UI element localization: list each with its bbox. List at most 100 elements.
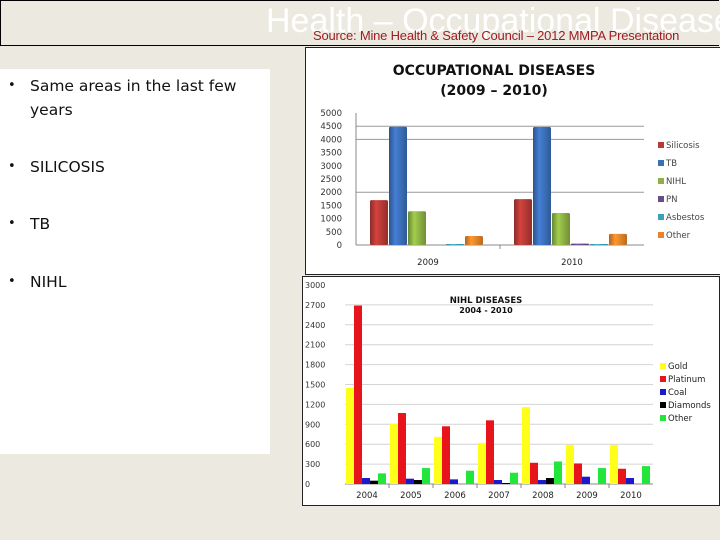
bar-platinum-2006: [442, 426, 450, 484]
y-tick-label: 1500: [320, 201, 342, 211]
legend-label-other: Other: [666, 231, 691, 241]
legend-swatch-nihl: [658, 178, 664, 184]
chart-subtitle: 2004 - 2010: [459, 306, 513, 315]
x-tick-label: 2007: [488, 491, 510, 501]
bar-coal-2004: [362, 478, 370, 484]
legend-swatch-pn: [658, 196, 664, 202]
bullet-panel: • Same areas in the last few years • SIL…: [0, 69, 270, 454]
bar-other-2006: [466, 470, 474, 484]
y-tick-label: 1000: [320, 215, 342, 225]
bar-coal-2010: [626, 478, 634, 484]
bar-platinum-2005: [398, 413, 406, 484]
bar-gold-2005: [390, 423, 398, 484]
bullet-item: • SILICOSIS: [8, 155, 263, 179]
bar-other-2010: [609, 233, 627, 245]
bullet-item: • TB: [8, 212, 263, 236]
occupational-diseases-chart: OCCUPATIONAL DISEASES (2009 – 2010) 0 500…: [305, 47, 720, 275]
y-tick-label: 4000: [320, 135, 342, 145]
bar-other-2005: [422, 468, 430, 484]
y-tick-label: 1500: [305, 381, 325, 390]
y-tick-label: 2400: [305, 321, 325, 330]
y-tick-label: 2000: [320, 188, 342, 198]
bar-other-2008: [554, 461, 562, 484]
x-tick-label: 2009: [417, 258, 439, 268]
source-caption: Source: Mine Health & Safety Council – 2…: [313, 28, 680, 43]
bullet-dot-icon: •: [8, 216, 16, 231]
bar-coal-2009: [582, 476, 590, 484]
nihl-diseases-svg: NIHL DISEASES 2004 - 2010 03006009001200…: [305, 281, 711, 501]
y-tick-label: 4500: [320, 122, 342, 132]
y-tick-label: 2700: [305, 301, 325, 310]
legend-label-other: Other: [668, 414, 693, 424]
bar-gold-2009: [566, 444, 574, 484]
y-tick-label: 2100: [305, 341, 325, 350]
legend-swatch-other: [658, 232, 664, 238]
bar-diamonds-2007: [502, 483, 510, 484]
bar-coal-2005: [406, 478, 414, 484]
y-tick-label: 0: [305, 480, 310, 489]
bar-other-2009: [598, 468, 606, 484]
y-tick-label: 3000: [305, 281, 325, 290]
bar-tb-2010: [533, 126, 551, 245]
legend-swatch-silicosis: [658, 142, 664, 148]
bar-platinum-2009: [574, 463, 582, 484]
x-tick-label: 2005: [400, 491, 422, 501]
bar-tb-2009: [389, 126, 407, 245]
bar-other-2007: [510, 472, 518, 484]
slide-header: Health – Occupational Diseases Source: M…: [0, 0, 720, 46]
x-tick-label: 2010: [561, 258, 583, 268]
y-tick-label: 300: [305, 460, 320, 469]
x-tick-label: 2009: [576, 491, 598, 501]
occupational-diseases-svg: OCCUPATIONAL DISEASES (2009 – 2010) 0 500…: [320, 63, 704, 268]
legend-label-platinum: Platinum: [668, 375, 705, 385]
bar-gold-2007: [478, 442, 486, 484]
bar-coal-2008: [538, 480, 546, 484]
legend-label-diamonds: Diamonds: [668, 401, 711, 411]
chart-title: OCCUPATIONAL DISEASES: [393, 63, 596, 79]
bar-platinum-2007: [486, 420, 494, 484]
legend-label-nihl: NIHL: [666, 177, 686, 187]
legend-swatch-gold: [660, 363, 666, 369]
legend-swatch-diamonds: [660, 402, 666, 408]
y-tick-label: 1200: [305, 400, 325, 409]
chart-subtitle: (2009 – 2010): [440, 83, 547, 99]
legend-swatch-other: [660, 415, 666, 421]
bar-gold-2004: [346, 387, 354, 484]
y-tick-label: 3500: [320, 149, 342, 159]
x-tick-label: 2010: [620, 491, 642, 501]
bar-platinum-2004: [354, 305, 362, 484]
bullet-dot-icon: •: [8, 274, 16, 289]
bar-gold-2008: [522, 407, 530, 484]
bar-asbestos-2009: [446, 244, 464, 245]
bullet-text: SILICOSIS: [30, 158, 105, 176]
y-tick-label: 600: [305, 440, 320, 449]
x-tick-label: 2006: [444, 491, 466, 501]
bullet-dot-icon: •: [8, 159, 16, 174]
legend-swatch-coal: [660, 389, 666, 395]
bar-silicosis-2010: [514, 199, 532, 245]
y-tick-label: 900: [305, 420, 320, 429]
bullet-item: • NIHL: [8, 270, 263, 294]
bar-nihl-2009: [408, 211, 426, 245]
bar-diamonds-2005: [414, 480, 422, 484]
bullet-text: NIHL: [30, 273, 67, 291]
bar-coal-2007: [494, 480, 502, 484]
bar-platinum-2010: [618, 468, 626, 484]
x-tick-label: 2004: [356, 491, 378, 501]
y-tick-label: 2500: [320, 175, 342, 185]
bar-gold-2006: [434, 436, 442, 484]
y-tick-label: 500: [326, 228, 342, 238]
legend-label-gold: Gold: [668, 362, 688, 372]
bullet-item: • Same areas in the last few years: [8, 74, 263, 122]
bullet-text: TB: [30, 215, 51, 233]
bar-other-2009: [465, 236, 483, 245]
legend-label-pn: PN: [666, 195, 677, 205]
bar-diamonds-2008: [546, 478, 554, 484]
x-tick-label: 2008: [532, 491, 554, 501]
bar-coal-2006: [450, 479, 458, 484]
bullet-text: Same areas in the last few years: [30, 77, 237, 119]
legend-swatch-asbestos: [658, 214, 664, 220]
bar-asbestos-2010: [590, 244, 608, 245]
bar-pn-2010: [571, 243, 589, 245]
nihl-diseases-chart: NIHL DISEASES 2004 - 2010 0 300 600 900 1200…: [302, 276, 720, 506]
